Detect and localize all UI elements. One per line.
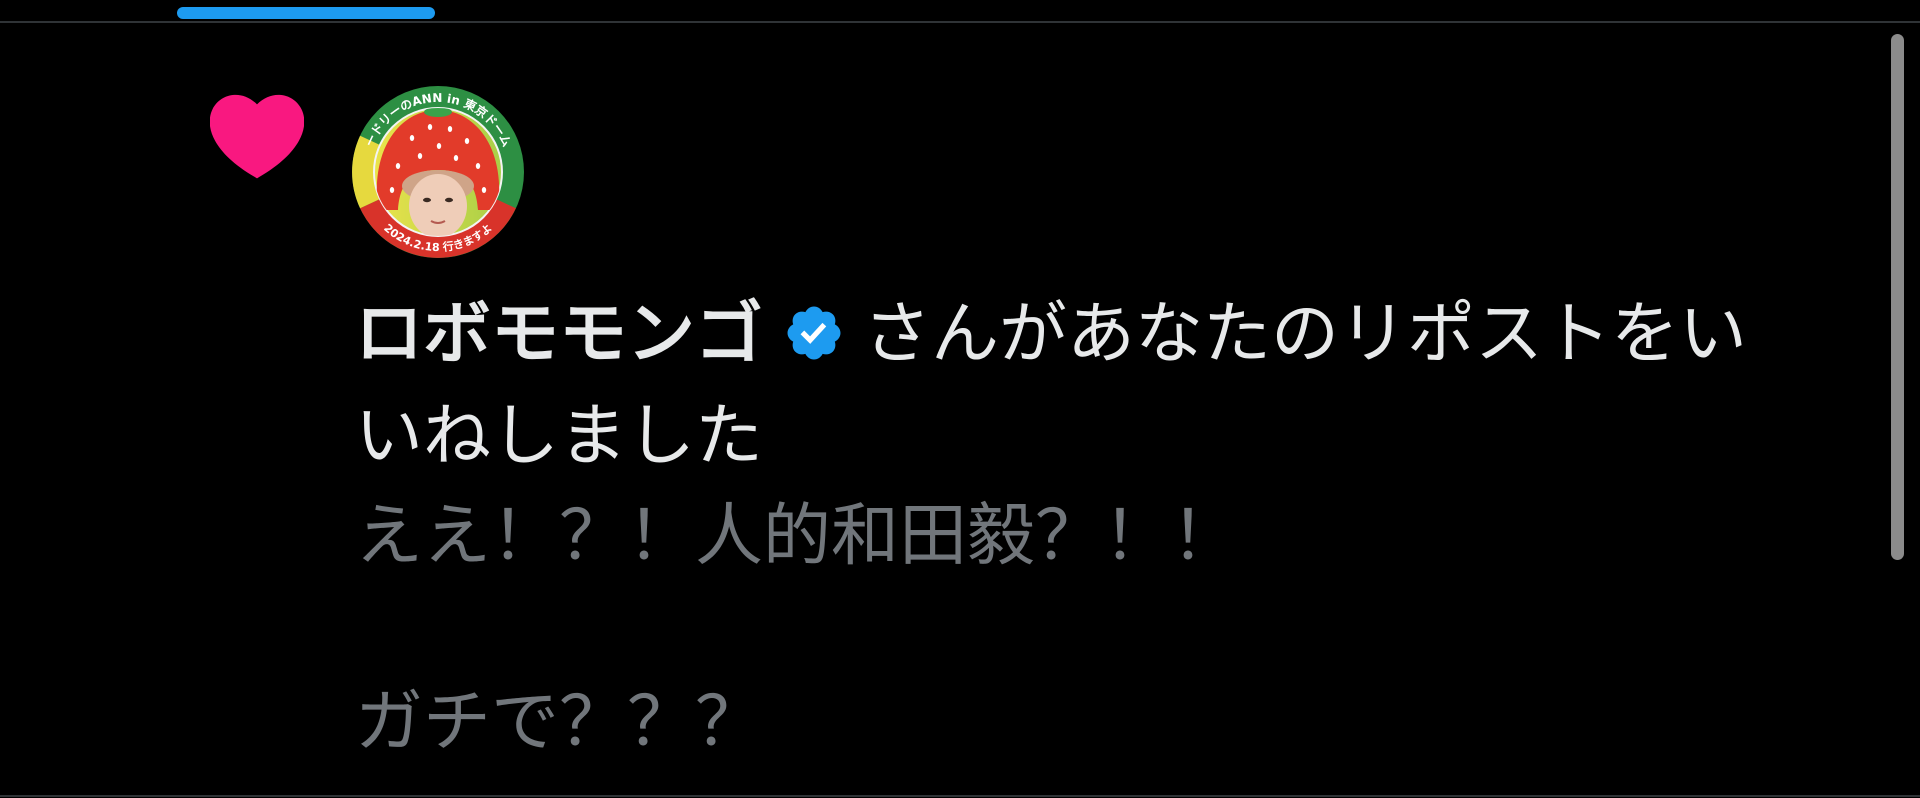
avatar[interactable]: ードリーのANN in 東京ドーム 2024.2.18 行きますよ bbox=[352, 86, 524, 258]
left-eye bbox=[423, 197, 431, 203]
bottom-divider bbox=[0, 795, 1920, 797]
right-eye bbox=[445, 197, 453, 203]
active-tab-indicator bbox=[177, 7, 435, 19]
scrollbar-thumb[interactable] bbox=[1891, 34, 1904, 560]
verified-badge-icon bbox=[787, 306, 841, 360]
post-text: ええ！？！人的和田毅？！！ ガチで？？？ bbox=[355, 498, 1240, 760]
heart-icon bbox=[210, 94, 304, 179]
notification-headline: ロボモモンゴ さんがあなたのリポストをいいねしました bbox=[355, 283, 1775, 487]
top-tab-bar bbox=[0, 0, 1920, 23]
top-divider bbox=[0, 21, 1920, 23]
notification-item[interactable]: ードリーのANN in 東京ドーム 2024.2.18 行きますよ ロボモモンゴ… bbox=[0, 24, 1880, 794]
user-name-link[interactable]: ロボモモンゴ bbox=[355, 296, 763, 372]
face bbox=[409, 174, 467, 236]
